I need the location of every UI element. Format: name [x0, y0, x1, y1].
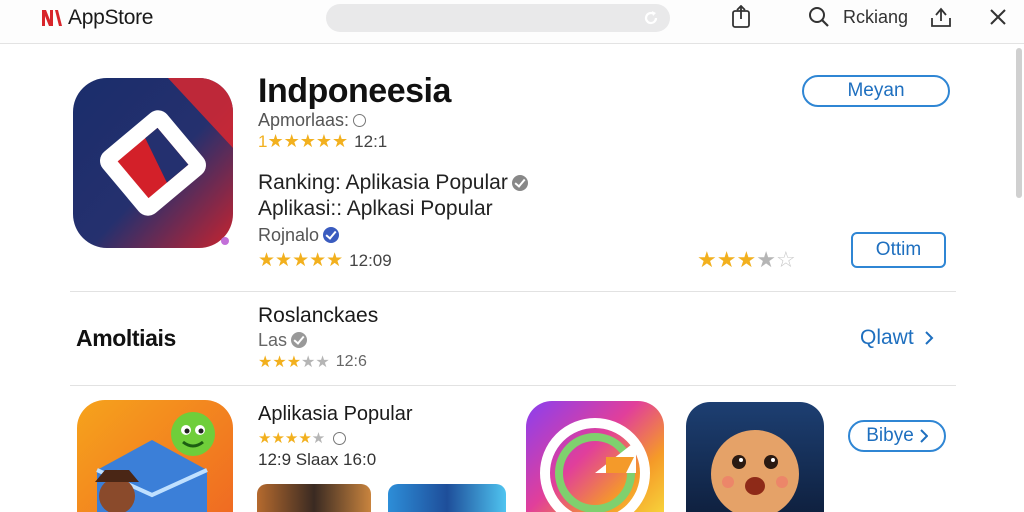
- rating-row-2: ★★★★★ 12:09: [258, 249, 392, 272]
- scrollbar[interactable]: [1016, 48, 1022, 198]
- app-tile-game[interactable]: [388, 484, 506, 512]
- clock-icon: [333, 431, 347, 445]
- app-store-page: AppStore Rckiang Indponeesia Apmorlaas: …: [0, 0, 1024, 512]
- rating-count: 12:09: [349, 250, 392, 270]
- rating-prefix: 1: [258, 131, 268, 151]
- list-item-sub: Las: [258, 330, 288, 350]
- top-bar: AppStore Rckiang: [0, 0, 1024, 44]
- status-dot: [221, 237, 229, 245]
- star-icon: ★: [716, 247, 737, 272]
- star-rating: ★★★★★: [267, 131, 349, 151]
- list-item-rating: ★★★★★: [258, 429, 347, 447]
- get-button[interactable]: Meyan: [802, 75, 950, 107]
- star-rating: ★★★★★: [258, 354, 330, 371]
- camera-app-icon: [540, 418, 650, 512]
- open-button[interactable]: Ottim: [851, 232, 946, 268]
- app-tile-photo[interactable]: [257, 484, 371, 512]
- app-tile-mail[interactable]: [77, 400, 233, 512]
- list-item-title[interactable]: Aplikasia Popular: [258, 403, 413, 426]
- app-title: Indponeesia: [258, 72, 451, 110]
- reload-icon[interactable]: [642, 9, 660, 27]
- developer-row: Rojnalo: [258, 225, 340, 246]
- rating-row: 1 ★★★★★ 12:1: [258, 131, 387, 152]
- app-tile-character[interactable]: [686, 402, 824, 512]
- tray-upload-icon[interactable]: [929, 5, 953, 29]
- star-rating: ★★★★★: [258, 430, 326, 447]
- app-tile-camera[interactable]: [526, 401, 664, 512]
- star-icon: ★: [697, 247, 717, 272]
- list-item-meta: 12:9 Slaax 16:0: [258, 450, 377, 469]
- brand[interactable]: AppStore: [40, 6, 153, 30]
- chevron-right-icon: [920, 429, 928, 443]
- featured-app-icon[interactable]: [73, 78, 233, 248]
- app-logo-icon: [73, 78, 233, 248]
- developer-name[interactable]: Rojnalo: [258, 225, 319, 245]
- see-all-label: Qlawt: [860, 326, 914, 349]
- app-subtitle: Apmorlaas:: [258, 110, 350, 130]
- install-button[interactable]: Bibye: [848, 420, 946, 452]
- section-title: Amoltiais: [76, 325, 176, 351]
- star-empty-icon: ☆: [775, 247, 796, 272]
- ranking-text: Ranking: Aplikasia Popular: [258, 171, 508, 194]
- category-line: Aplikasi:: Aplkasi Popular: [258, 197, 493, 220]
- see-all-link[interactable]: Qlawt: [860, 326, 934, 350]
- list-item-title[interactable]: Roslanckaes: [258, 304, 378, 328]
- mail-app-icon: [95, 412, 215, 512]
- character-app-icon: [711, 430, 799, 512]
- close-icon[interactable]: [986, 5, 1010, 29]
- share-icon[interactable]: [729, 5, 753, 29]
- brand-name: AppStore: [68, 6, 154, 29]
- address-bar[interactable]: [326, 4, 670, 32]
- verified-icon: [511, 175, 528, 191]
- verified-icon: [291, 332, 308, 348]
- list-item-sub-row: Las: [258, 330, 308, 351]
- divider: [70, 291, 956, 292]
- star-icon: ★: [736, 247, 757, 272]
- star-half-icon: ★: [756, 247, 776, 272]
- side-star-rating: ★★★★☆: [697, 247, 796, 273]
- install-label: Bibye: [866, 425, 914, 446]
- rating-count: 12:1: [354, 131, 388, 151]
- brand-logo-icon: [42, 10, 62, 26]
- verified-icon: [323, 227, 340, 243]
- app-subtitle-row: Apmorlaas:: [258, 110, 367, 131]
- list-item-rating: ★★★★★ 12:6: [258, 352, 367, 372]
- clock-icon: [353, 114, 367, 127]
- chevron-right-icon: [924, 331, 934, 345]
- search-label[interactable]: Rckiang: [843, 7, 908, 28]
- search-icon[interactable]: [807, 5, 831, 29]
- ranking-row: Ranking: Aplikasia Popular: [258, 171, 528, 195]
- divider: [70, 385, 956, 386]
- star-rating: ★★★★★: [258, 250, 344, 271]
- rating-count: 12:6: [335, 353, 367, 370]
